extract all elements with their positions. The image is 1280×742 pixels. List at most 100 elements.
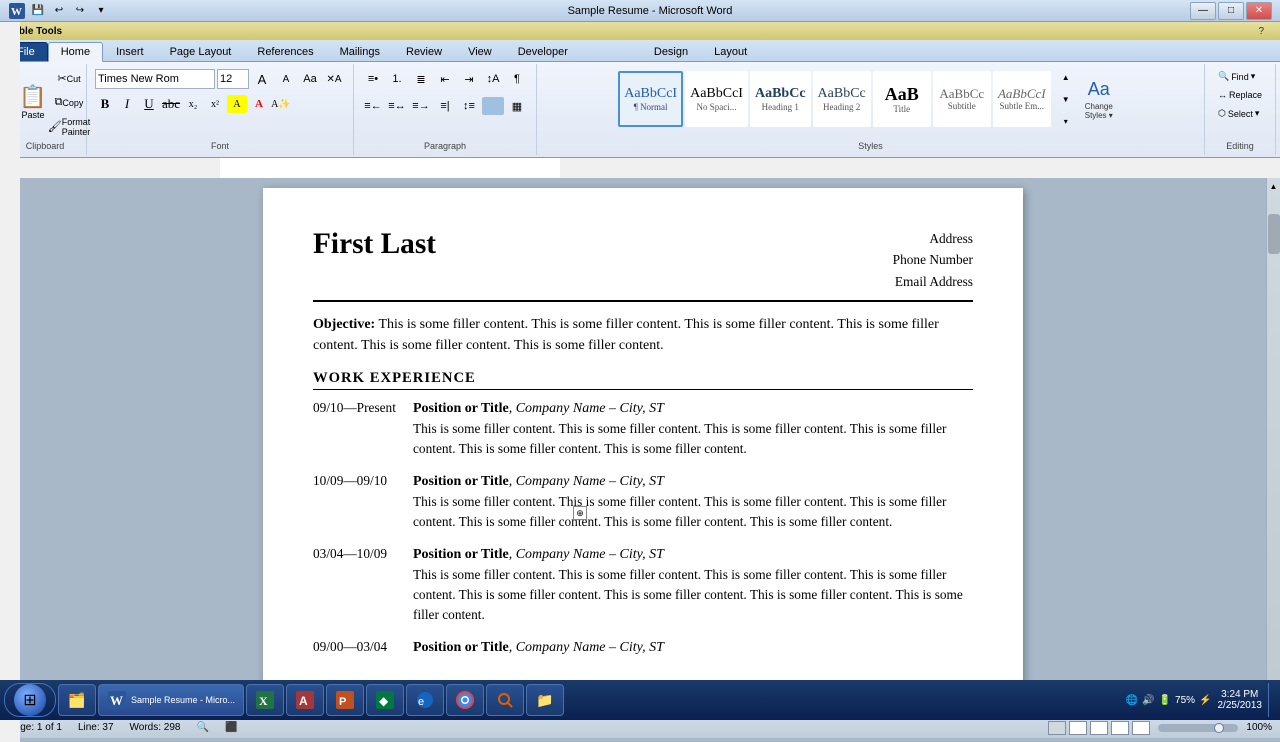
taskbar-app3-btn[interactable]: P (326, 684, 364, 716)
increase-indent-btn[interactable]: ⇥ (458, 68, 480, 90)
numbering-btn[interactable]: 1. (386, 68, 408, 90)
find-btn[interactable]: 🔍 Find▾ (1213, 68, 1267, 85)
style-normal-btn[interactable]: AaBbCcI ¶ Normal (618, 71, 683, 127)
cut-button[interactable]: ✂ Cut (58, 68, 80, 90)
taskbar-chrome-btn[interactable] (446, 684, 484, 716)
tab-insert[interactable]: Insert (103, 42, 157, 61)
underline-btn[interactable]: U (139, 95, 159, 113)
grow-font-btn[interactable]: A (251, 68, 273, 90)
app3-icon: P (335, 690, 355, 710)
style-subtle-em-btn[interactable]: AaBbCcI Subtle Em... (993, 71, 1051, 127)
superscript-btn[interactable]: x² (205, 95, 225, 113)
document[interactable]: ⊕ First Last Address Phone Number Email … (263, 188, 1023, 716)
tab-developer[interactable]: Developer (505, 42, 581, 61)
font-size-input[interactable] (217, 69, 249, 89)
style-heading1-btn[interactable]: AaBbCc Heading 1 (750, 71, 811, 127)
customize-quick-btn[interactable]: ▾ (92, 2, 110, 20)
show-desktop-btn[interactable] (1268, 683, 1276, 717)
taskbar-search-btn[interactable] (486, 684, 524, 716)
tab-review[interactable]: Review (393, 42, 455, 61)
taskbar-excel-btn[interactable]: X (246, 684, 284, 716)
bold-btn[interactable]: B (95, 95, 115, 113)
align-center-btn[interactable]: ≡↔ (386, 95, 408, 117)
tab-mailings[interactable]: Mailings (327, 42, 393, 61)
tab-references[interactable]: References (244, 42, 326, 61)
outline-btn[interactable] (1111, 721, 1129, 735)
tab-page-layout[interactable]: Page Layout (157, 42, 245, 61)
draft-btn[interactable] (1132, 721, 1150, 735)
tab-view[interactable]: View (455, 42, 505, 61)
tab-layout[interactable]: Layout (701, 42, 760, 61)
work-company-2: , Company Name – City, ST (509, 474, 664, 489)
decrease-indent-btn[interactable]: ⇤ (434, 68, 456, 90)
style-heading2-btn[interactable]: AaBbCc Heading 2 (813, 71, 871, 127)
tab-design[interactable]: Design (641, 42, 701, 61)
subscript-btn[interactable]: x₂ (183, 95, 203, 113)
taskbar-word-btn[interactable]: W Sample Resume - Micro... (98, 684, 244, 716)
font-color-btn[interactable]: A (249, 95, 269, 113)
zoom-slider[interactable] (1158, 724, 1238, 732)
highlight-btn[interactable]: A (227, 95, 247, 113)
taskbar-access-btn[interactable]: A (286, 684, 324, 716)
zoom-thumb[interactable] (1214, 723, 1224, 733)
clear-format-btn[interactable]: ✕A (323, 68, 345, 90)
table-move-handle[interactable]: ⊕ (573, 506, 587, 520)
bullets-btn[interactable]: ≡• (362, 68, 384, 90)
redo-quick-btn[interactable]: ↪ (71, 2, 89, 20)
objective-section: Objective: This is some filler content. … (313, 314, 973, 356)
show-para-btn[interactable]: ¶ (506, 68, 528, 90)
taskbar-right: 🌐 🔊 🔋 75% ⚡ 3:24 PM 2/25/2013 (1126, 683, 1276, 717)
shading-btn[interactable] (482, 97, 504, 115)
change-case-btn[interactable]: Aa (299, 68, 321, 90)
scroll-up-btn[interactable]: ▲ (1267, 178, 1280, 194)
shrink-font-btn[interactable]: A (275, 68, 297, 90)
replace-btn[interactable]: ↔ Replace (1213, 87, 1267, 103)
volume-icon: 🔊 (1142, 695, 1154, 706)
style-subtitle-btn[interactable]: AaBbCc Subtitle (933, 71, 991, 127)
font-name-input[interactable] (95, 69, 215, 89)
taskbar-explorer-btn[interactable]: 🗂️ (58, 684, 96, 716)
style-no-spacing-btn[interactable]: AaBbCcI No Spaci... (685, 71, 748, 127)
select-btn[interactable]: ⬡ Select▾ (1213, 105, 1267, 122)
styles-more[interactable]: ▾ (1055, 110, 1077, 132)
justify-btn[interactable]: ≡| (434, 95, 456, 117)
work-entry-1: 09/10—Present Position or Title, Company… (313, 400, 973, 459)
taskbar-pub-btn[interactable]: ◆ (366, 684, 404, 716)
maximize-btn[interactable]: □ (1218, 2, 1244, 20)
taskbar-ie-btn[interactable]: e (406, 684, 444, 716)
minimize-btn[interactable]: — (1190, 2, 1216, 20)
styles-scroll-down[interactable]: ▼ (1055, 88, 1077, 110)
save-quick-btn[interactable]: 💾 (29, 2, 47, 20)
multilevel-btn[interactable]: ≣ (410, 68, 432, 90)
resume-header: First Last Address Phone Number Email Ad… (313, 228, 973, 302)
taskbar-files-btn[interactable]: 📁 (526, 684, 564, 716)
style-title-btn[interactable]: AaB Title (873, 71, 931, 127)
align-right-btn[interactable]: ≡→ (410, 95, 432, 117)
work-details-4: Position or Title, Company Name – City, … (413, 639, 973, 656)
fullscreen-btn[interactable] (1069, 721, 1087, 735)
scroll-thumb[interactable] (1268, 214, 1280, 254)
format-painter-button[interactable]: 🖌 Format Painter (58, 116, 80, 138)
text-effects-btn[interactable]: A✨ (271, 95, 291, 113)
strikethrough-btn[interactable]: abc (161, 95, 181, 113)
system-tray: 🌐 🔊 🔋 75% ⚡ (1126, 695, 1212, 706)
start-button[interactable]: ⊞ (4, 683, 56, 717)
document-area: ⊕ First Last Address Phone Number Email … (20, 178, 1266, 716)
change-styles-btn[interactable]: Aa ChangeStyles ▾ (1075, 71, 1123, 127)
close-btn[interactable]: ✕ (1246, 2, 1272, 20)
tab-home[interactable]: Home (48, 42, 103, 62)
help-btn[interactable]: ? (1250, 26, 1272, 37)
copy-button[interactable]: ⧉ Copy (58, 92, 80, 114)
sort-btn[interactable]: ↕A (482, 68, 504, 90)
align-left-btn[interactable]: ≡← (362, 95, 384, 117)
line-spacing-btn[interactable]: ↕≡ (458, 95, 480, 117)
clock-display[interactable]: 3:24 PM 2/25/2013 (1218, 689, 1263, 711)
work-details-2: Position or Title, Company Name – City, … (413, 473, 973, 532)
print-layout-btn[interactable] (1048, 721, 1066, 735)
italic-btn[interactable]: I (117, 95, 137, 113)
web-layout-btn[interactable] (1090, 721, 1108, 735)
borders-btn[interactable]: ▦ (506, 95, 528, 117)
styles-scroll-up[interactable]: ▲ (1055, 66, 1077, 88)
vertical-scrollbar[interactable]: ▲ ▼ (1266, 178, 1280, 716)
undo-quick-btn[interactable]: ↩ (50, 2, 68, 20)
